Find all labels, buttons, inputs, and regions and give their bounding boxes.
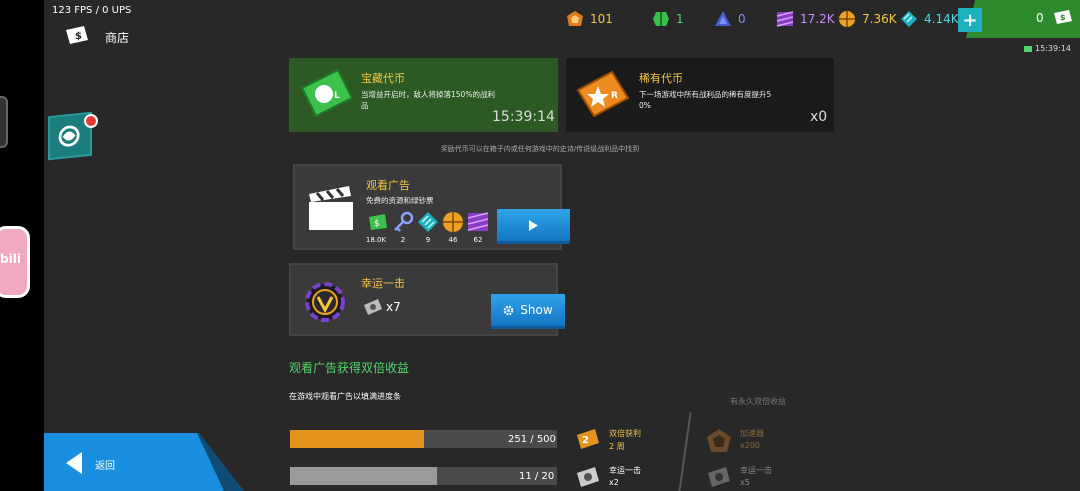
cash-icon: $ — [367, 211, 389, 233]
resource-green: 1 — [652, 10, 684, 28]
accelerator-title: 加速器 — [740, 429, 764, 438]
game-stage — [44, 0, 1080, 491]
treasure-card-desc-2: 品 — [361, 101, 369, 110]
green-crystal-icon — [653, 12, 669, 26]
lucky-ticket-perm-icon — [706, 463, 732, 489]
clapperboard-icon — [305, 182, 357, 234]
cyan-gem-icon — [417, 211, 439, 233]
watch-ad-play-button[interactable] — [497, 209, 570, 244]
show-button[interactable]: Show — [491, 294, 565, 329]
lucky-strike-title: 幸运一击 — [361, 277, 405, 290]
purple-crystal-icon — [776, 11, 794, 27]
svg-text:$: $ — [374, 219, 380, 229]
resource-cyan-value: 4.14K — [924, 12, 959, 26]
perm-lucky-title: 幸运一击 — [740, 466, 772, 475]
progress-fill — [290, 467, 437, 485]
play-icon — [529, 219, 538, 231]
treasure-card-desc-1: 当增益开启时，敌人将掉落150%的战利 — [361, 90, 495, 99]
reward-value: 62 — [473, 236, 483, 244]
shop-ticket-icon: $ — [64, 24, 90, 46]
ticket-icon: $ — [1052, 8, 1074, 26]
progress-fill — [290, 430, 425, 448]
resource-gold: 7.36K — [838, 10, 897, 28]
back-button-label: 返回 — [95, 461, 115, 472]
reward-value: 46 — [448, 236, 458, 244]
purple-crystal-icon — [467, 211, 489, 233]
lucky-ticket-reward-icon — [575, 463, 601, 489]
key-icon — [392, 211, 414, 233]
lucky-progress-bar — [290, 467, 557, 485]
double-progress-text: 251 / 500 — [508, 434, 556, 445]
ticket-balance-value: 0 — [1036, 11, 1044, 25]
gold-ball-icon — [442, 211, 464, 233]
resource-purple: 17.2K — [776, 10, 835, 28]
watch-ad-desc: 免费的资源和绿钞票 — [366, 196, 434, 205]
notification-dot — [84, 114, 98, 128]
boost-timer-text: 15:39:14 — [1035, 44, 1071, 53]
svg-text:$: $ — [1060, 13, 1066, 22]
svg-text:R: R — [611, 91, 618, 101]
add-currency-button[interactable]: + — [958, 8, 982, 32]
show-button-label: Show — [520, 303, 553, 317]
lucky-strike-count: x7 — [386, 300, 401, 314]
double-earnings-title: 观看广告获得双倍收益 — [289, 361, 410, 375]
lucky-strike-ring-icon — [303, 280, 347, 324]
back-arrow-icon — [66, 452, 82, 474]
gear-icon — [503, 305, 514, 315]
treasure-card-timer: 15:39:14 — [492, 109, 555, 125]
resource-cyan: 4.14K — [900, 10, 959, 28]
accelerator-sub: x200 — [740, 441, 761, 450]
lucky-ticket-icon — [362, 297, 384, 317]
rare-card-title: 稀有代币 — [639, 72, 683, 85]
watch-ad-title: 观看广告 — [366, 179, 410, 192]
lucky-reward-sub: x2 — [609, 478, 619, 487]
reward-value: 9 — [425, 236, 431, 244]
permanent-double-label: 有永久双倍收益 — [730, 397, 786, 406]
page-title: 商店 — [105, 31, 130, 45]
blue-pyramid-icon — [715, 11, 731, 26]
double-earnings-desc: 在游戏中观看广告以填满进度条 — [289, 392, 401, 401]
double-profit-title: 双倍获利 — [609, 429, 641, 438]
rare-card-count: x0 — [810, 109, 828, 125]
resource-purple-value: 17.2K — [800, 12, 835, 26]
rare-card-desc-2: 0% — [639, 101, 651, 110]
resource-gold-value: 7.36K — [862, 12, 897, 26]
resource-blue: 0 — [714, 10, 746, 28]
edge-tab[interactable] — [0, 96, 8, 148]
double-profit-sub: 2 周 — [609, 442, 625, 451]
resource-orange: 101 — [566, 10, 613, 28]
bilibili-label: bili — [0, 252, 21, 266]
resource-blue-value: 0 — [738, 12, 746, 26]
lucky-progress-text: 11 / 20 — [519, 471, 555, 482]
cyan-gem-icon — [901, 11, 917, 27]
svg-text:2: 2 — [582, 435, 589, 446]
fps-counter: 123 FPS / 0 UPS — [52, 5, 132, 16]
perm-lucky-sub: x5 — [740, 478, 750, 487]
rare-card-desc-1: 下一场游戏中所有战利品的稀有度提升5 — [639, 90, 772, 99]
accelerator-icon — [706, 428, 732, 454]
gold-ball-icon — [839, 11, 855, 27]
resource-green-value: 1 — [676, 12, 684, 26]
cash-small-icon — [1024, 45, 1032, 52]
rare-ticket-icon: R — [574, 64, 632, 122]
lucky-reward-title: 幸运一击 — [609, 466, 641, 475]
orange-token-icon — [567, 11, 583, 26]
svg-text:L: L — [334, 91, 340, 101]
double-profit-icon: 2 — [575, 425, 601, 451]
boost-timer: 15:39:14 — [1024, 44, 1071, 53]
resource-orange-value: 101 — [590, 12, 613, 26]
reward-value: 18.0K — [365, 236, 387, 244]
svg-text:$: $ — [75, 31, 82, 42]
reward-value: 2 — [400, 236, 406, 244]
token-hint: 奖励代币可以在箱子内或任何游戏中的史诗/传说级战利品中找到 — [440, 145, 640, 153]
treasure-ticket-icon: L — [298, 64, 356, 122]
treasure-card-title: 宝藏代币 — [361, 72, 405, 85]
